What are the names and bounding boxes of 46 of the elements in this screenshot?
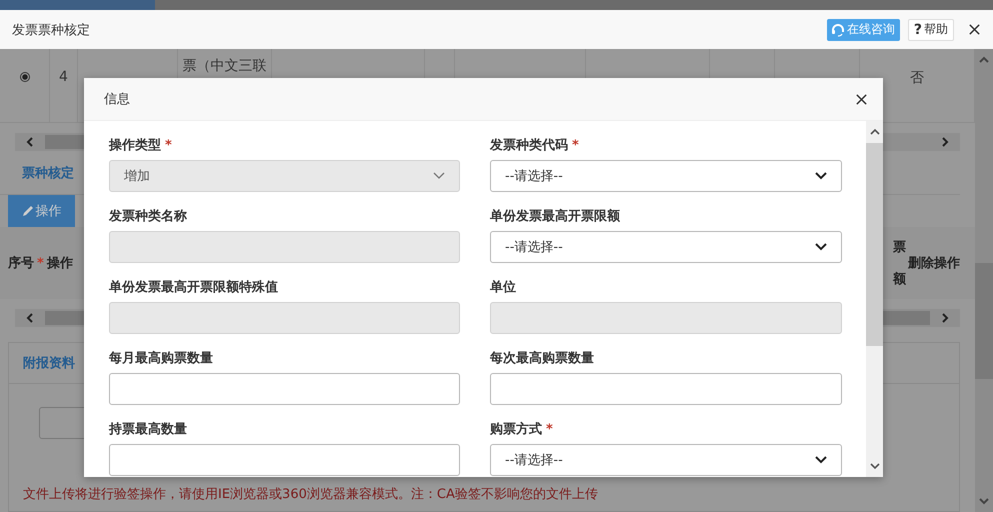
column-header: 删除操作 — [908, 255, 960, 272]
table-cell: 否 — [910, 69, 924, 87]
help-button[interactable]: ?帮助 — [908, 18, 954, 40]
close-icon[interactable] — [855, 92, 868, 106]
notice-text: 文件上传将进行验签操作，请使用IE浏览器或360浏览器兼容模式。注：CA验签不影响您的文件上传 — [23, 486, 599, 503]
column-header: 操作 — [46, 255, 73, 272]
chevron-down-icon — [815, 172, 827, 180]
column-header: 票 — [893, 239, 906, 256]
chevron-down-icon — [433, 172, 445, 180]
dialog-title: 信息 — [104, 91, 130, 108]
input-field[interactable] — [490, 373, 842, 405]
chevron-down-icon — [815, 243, 827, 251]
field-label: 持票最高数量 — [109, 420, 187, 438]
field-label: 每月最高购票数量 — [109, 350, 213, 367]
table-cell: 票（中文三联 — [182, 57, 266, 75]
column-header: 序号 — [8, 254, 34, 272]
field-label: 购票方式 — [490, 420, 542, 438]
headset-icon — [830, 22, 845, 36]
section-title: 票种核定 — [22, 164, 74, 182]
select-field[interactable]: --请选择-- — [490, 160, 842, 192]
field-label: 发票种类代码 — [490, 137, 568, 154]
required-mark: * — [165, 138, 172, 152]
scrollbar-thumb[interactable] — [45, 135, 85, 149]
select-field[interactable]: --请选择-- — [490, 231, 842, 263]
close-icon[interactable] — [968, 23, 981, 36]
radio-button[interactable] — [20, 72, 30, 82]
required-mark: * — [572, 138, 579, 152]
pencil-icon — [22, 205, 34, 217]
field-label: 单份发票最高开票限额特殊值 — [109, 278, 278, 296]
field-label: 单份发票最高开票限额 — [490, 208, 620, 225]
field-label: 每次最高购票数量 — [490, 350, 594, 367]
select-field[interactable]: --请选择-- — [490, 444, 842, 476]
field-label: 操作类型 — [109, 137, 161, 154]
scrollbar-thumb[interactable] — [866, 143, 883, 346]
input-field[interactable] — [109, 373, 460, 405]
panel-title: 附报资料 — [23, 355, 75, 372]
scrollbar-thumb[interactable] — [975, 263, 993, 379]
window-title: 发票票种核定 — [12, 22, 90, 38]
chevron-down-icon — [815, 456, 827, 464]
field-label: 发票种类名称 — [109, 208, 187, 225]
input-field[interactable] — [109, 444, 460, 476]
column-header: 额 — [893, 270, 906, 288]
required-mark: * — [37, 256, 44, 270]
table-cell: 4 — [59, 69, 68, 85]
required-mark: * — [546, 422, 553, 436]
field-label: 单位 — [490, 279, 516, 296]
